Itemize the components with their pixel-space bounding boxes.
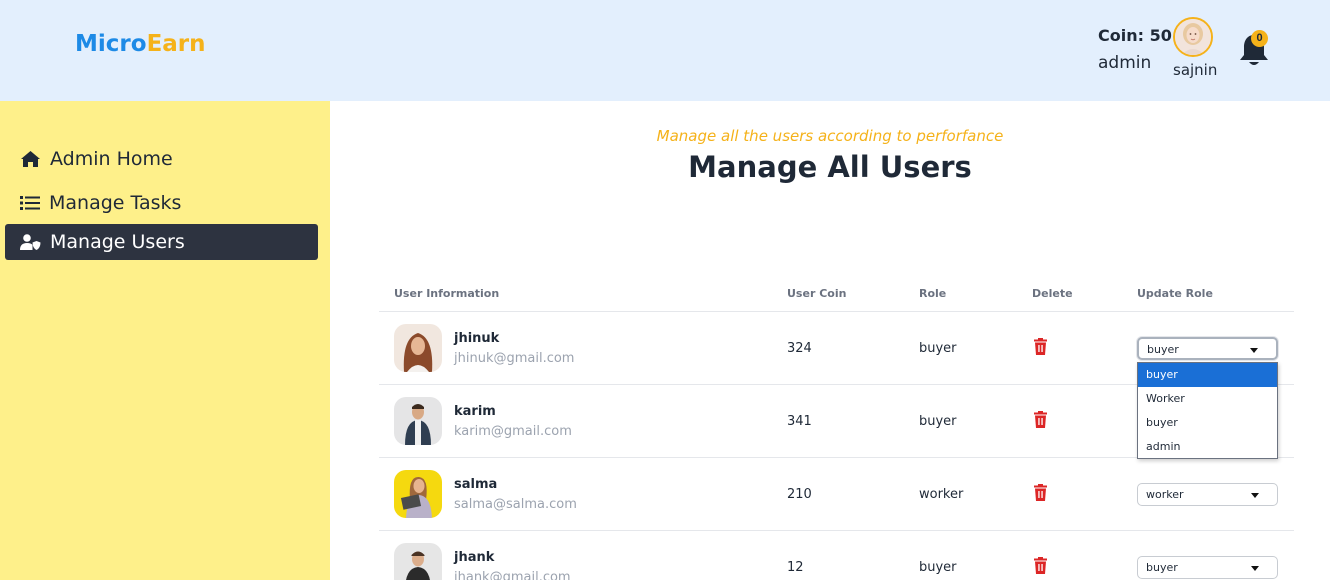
dropdown-option-worker[interactable]: Worker — [1138, 387, 1277, 411]
user-avatar — [394, 397, 442, 445]
user-avatar — [394, 470, 442, 518]
column-header-user-coin: User Coin — [787, 287, 847, 300]
column-header-delete: Delete — [1032, 287, 1073, 300]
user-email: jhinuk@gmail.com — [454, 351, 575, 366]
user-coin: 12 — [787, 560, 804, 575]
user-email: jhank@gmail.com — [454, 570, 571, 580]
coin-balance: Coin: 50 — [1098, 26, 1172, 45]
notification-count-badge: 0 — [1251, 30, 1268, 47]
sidebar: Admin Home Manage Tasks Manage Users — [0, 101, 330, 580]
user-name: jhank — [454, 550, 495, 565]
user-shield-icon — [20, 234, 41, 250]
trash-icon[interactable] — [1033, 557, 1048, 574]
user-role: admin — [1098, 53, 1152, 73]
sidebar-item-manage-users[interactable]: Manage Users — [5, 224, 318, 260]
column-header-update-role: Update Role — [1137, 287, 1213, 300]
role-select[interactable]: worker — [1137, 483, 1278, 506]
user-coin: 341 — [787, 414, 812, 429]
role-select-value: worker — [1146, 488, 1184, 501]
list-icon — [20, 196, 40, 210]
column-header-user-information: User Information — [394, 287, 500, 300]
logo-text-micro: Micro — [75, 31, 147, 57]
home-icon — [21, 151, 40, 167]
sidebar-item-admin-home[interactable]: Admin Home — [5, 141, 318, 177]
chevron-down-icon — [1251, 493, 1259, 498]
app-logo[interactable]: MicroEarn — [75, 31, 206, 57]
user-name: karim — [454, 404, 496, 419]
top-header: MicroEarn Coin: 50 admin sajnin 0 — [0, 0, 1330, 101]
sidebar-item-label: Admin Home — [50, 148, 173, 170]
sidebar-item-label: Manage Users — [50, 231, 185, 253]
chevron-down-icon — [1250, 348, 1258, 353]
user-name: salma — [454, 477, 498, 492]
coin-info: Coin: 50 admin — [1098, 26, 1172, 73]
role-select[interactable]: buyer — [1137, 556, 1278, 579]
user-email: salma@salma.com — [454, 497, 577, 512]
user-role: buyer — [919, 414, 957, 429]
user-coin: 210 — [787, 487, 812, 502]
chevron-down-icon — [1251, 566, 1259, 571]
user-role: buyer — [919, 341, 957, 356]
table-row: jhank jhank@gmail.com 12 buyer buyer — [379, 531, 1294, 580]
trash-icon[interactable] — [1033, 484, 1048, 501]
user-role: worker — [919, 487, 964, 502]
page-subtitle: Manage all the users according to perfor… — [656, 127, 1004, 145]
sidebar-item-manage-tasks[interactable]: Manage Tasks — [5, 185, 318, 221]
role-dropdown-menu: buyer Worker buyer admin — [1137, 362, 1278, 459]
page-title: Manage All Users — [688, 150, 972, 184]
user-name: sajnin — [1173, 61, 1218, 79]
user-name: jhinuk — [454, 331, 500, 346]
dropdown-option-buyer[interactable]: buyer — [1138, 411, 1277, 435]
role-select-value: buyer — [1147, 343, 1179, 356]
trash-icon[interactable] — [1033, 411, 1048, 428]
dropdown-option-buyer[interactable]: buyer — [1138, 363, 1277, 387]
table-row: salma salma@salma.com 210 worker worker — [379, 458, 1294, 531]
user-email: karim@gmail.com — [454, 424, 572, 439]
dropdown-option-admin[interactable]: admin — [1138, 435, 1277, 459]
table-header: User Information User Coin Role Delete U… — [379, 276, 1294, 312]
sidebar-item-label: Manage Tasks — [49, 192, 182, 214]
user-role: buyer — [919, 560, 957, 575]
avatar[interactable] — [1173, 17, 1213, 57]
user-avatar — [394, 324, 442, 372]
logo-text-earn: Earn — [146, 31, 206, 57]
column-header-role: Role — [919, 287, 947, 300]
role-select[interactable]: buyer — [1137, 337, 1278, 360]
user-coin: 324 — [787, 341, 812, 356]
user-avatar — [394, 543, 442, 580]
trash-icon[interactable] — [1033, 338, 1048, 355]
role-select-value: buyer — [1146, 561, 1178, 574]
